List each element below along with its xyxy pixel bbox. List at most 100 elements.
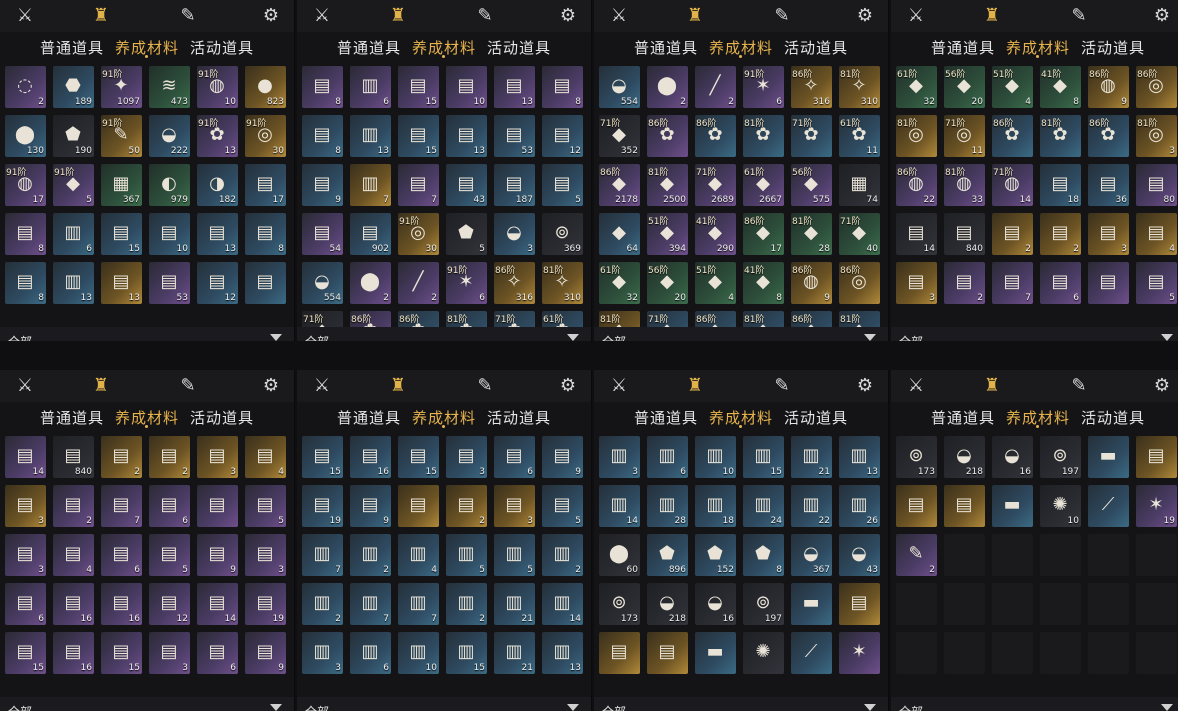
tab-normal-items[interactable]: 普通道具: [337, 37, 401, 58]
item-slot[interactable]: ▤ 187: [494, 164, 535, 206]
filter-dropdown[interactable]: 全部: [891, 697, 1178, 711]
scroll-icon[interactable]: ✎: [175, 2, 201, 28]
item-slot[interactable]: ◆ 51阶 394: [647, 213, 688, 255]
item-slot[interactable]: ▤ 15: [101, 213, 142, 255]
item-slot[interactable]: ⬤ 2: [350, 262, 391, 304]
item-slot[interactable]: ◒ 554: [599, 66, 640, 108]
item-slot[interactable]: ◒ 3: [494, 213, 535, 255]
item-slot[interactable]: ✿ 61阶 11: [839, 115, 880, 157]
item-slot[interactable]: ▥ 6: [350, 66, 391, 108]
item-slot[interactable]: ✿86阶: [1088, 115, 1129, 157]
item-slot[interactable]: ◆ 71阶 2689: [695, 164, 736, 206]
item-slot[interactable]: ▥ 24: [743, 485, 784, 527]
scroll-icon[interactable]: ✎: [175, 372, 201, 398]
item-slot[interactable]: ▤ 6: [494, 436, 535, 478]
scroll-icon[interactable]: ✎: [769, 2, 795, 28]
item-slot[interactable]: ⊚ 369: [542, 213, 583, 255]
item-slot[interactable]: ◍ 81阶 33: [944, 164, 985, 206]
item-slot[interactable]: ▥ 22: [791, 485, 832, 527]
item-slot[interactable]: ▥ 13: [350, 115, 391, 157]
item-slot[interactable]: ▥ 18: [695, 485, 736, 527]
gear-icon[interactable]: ⚙: [555, 2, 581, 28]
item-slot[interactable]: ▤ 2: [944, 262, 985, 304]
filter-dropdown[interactable]: 全部: [594, 697, 888, 711]
item-slot[interactable]: ▤ 53: [494, 115, 535, 157]
gear-icon[interactable]: ⚙: [852, 372, 878, 398]
item-slot[interactable]: ▤ 6: [5, 583, 46, 625]
item-slot[interactable]: ◆ 91阶 5: [53, 164, 94, 206]
item-slot[interactable]: ✶ 91阶 6: [446, 262, 487, 304]
item-slot[interactable]: ◒ 367: [791, 534, 832, 576]
item-slot[interactable]: ▤ 17: [245, 164, 286, 206]
item-slot[interactable]: ✧ 86阶 316: [494, 262, 535, 304]
item-slot[interactable]: ✺ 10: [1040, 485, 1081, 527]
item-slot[interactable]: ▥ 4: [398, 534, 439, 576]
item-slot[interactable]: ▤ 4: [1136, 213, 1177, 255]
item-slot[interactable]: [1040, 632, 1081, 674]
item-slot[interactable]: ▤ 5: [245, 485, 286, 527]
item-slot[interactable]: ▤ 80: [1136, 164, 1177, 206]
filter-dropdown[interactable]: 全部: [594, 327, 888, 341]
item-slot[interactable]: ▥ 2: [542, 534, 583, 576]
item-slot[interactable]: ◒ 554: [302, 262, 343, 304]
item-slot[interactable]: ✦ 91阶 1097: [101, 66, 142, 108]
item-slot[interactable]: ▤ 2: [101, 436, 142, 478]
item-slot[interactable]: ✿ 91阶 13: [197, 115, 238, 157]
item-slot[interactable]: ✿81阶: [743, 115, 784, 157]
item-slot[interactable]: ▥ 7: [302, 534, 343, 576]
item-slot[interactable]: ◎ 91阶 30: [245, 115, 286, 157]
item-slot[interactable]: [1040, 534, 1081, 576]
item-slot[interactable]: ✿86阶: [695, 115, 736, 157]
pouch-icon[interactable]: ♜: [88, 372, 114, 398]
item-slot[interactable]: ▤: [398, 485, 439, 527]
crossed-swords-icon[interactable]: ⚔: [309, 372, 335, 398]
item-slot[interactable]: ◎ 81阶 3: [1136, 115, 1177, 157]
item-slot[interactable]: ▤: [647, 632, 688, 674]
item-slot[interactable]: ▤ 14: [5, 436, 46, 478]
item-slot[interactable]: ▤ 9: [245, 632, 286, 674]
gear-icon[interactable]: ⚙: [852, 2, 878, 28]
tab-normal-items[interactable]: 普通道具: [40, 37, 104, 58]
item-slot[interactable]: ◆ 41阶 8: [743, 262, 784, 304]
item-slot[interactable]: ◍ 86阶 22: [896, 164, 937, 206]
item-slot[interactable]: ▤ 8: [302, 66, 343, 108]
item-slot[interactable]: ◆ 86阶 17: [743, 213, 784, 255]
item-slot[interactable]: ▤ 10: [149, 213, 190, 255]
item-slot[interactable]: ▥ 6: [53, 213, 94, 255]
item-slot[interactable]: ▤ 6: [1040, 262, 1081, 304]
item-slot[interactable]: ▤ 2: [53, 485, 94, 527]
item-slot[interactable]: [896, 583, 937, 625]
item-slot[interactable]: ▤: [944, 485, 985, 527]
item-slot[interactable]: ▤ 840: [53, 436, 94, 478]
item-slot[interactable]: ▥ 21: [494, 632, 535, 674]
tab-event-items[interactable]: 活动道具: [784, 407, 848, 428]
item-slot[interactable]: ▤ 7: [101, 485, 142, 527]
crossed-swords-icon[interactable]: ⚔: [606, 2, 632, 28]
item-slot[interactable]: ▤ 16: [53, 632, 94, 674]
item-slot[interactable]: ✧ 81阶 310: [839, 66, 880, 108]
item-slot[interactable]: ▤ 13: [494, 66, 535, 108]
pouch-icon[interactable]: ♜: [979, 2, 1005, 28]
scroll-icon[interactable]: ✎: [472, 372, 498, 398]
crossed-swords-icon[interactable]: ⚔: [309, 2, 335, 28]
item-slot[interactable]: ⬟ 190: [53, 115, 94, 157]
pouch-icon[interactable]: ♜: [385, 372, 411, 398]
tab-event-items[interactable]: 活动道具: [784, 37, 848, 58]
item-slot[interactable]: ▤: [839, 583, 880, 625]
item-slot[interactable]: ◆ 41阶 8: [1040, 66, 1081, 108]
gear-icon[interactable]: ⚙: [258, 2, 284, 28]
item-slot[interactable]: [1088, 534, 1129, 576]
tab-normal-items[interactable]: 普通道具: [634, 37, 698, 58]
item-slot[interactable]: ⊚ 197: [1040, 436, 1081, 478]
item-slot[interactable]: ● 823: [245, 66, 286, 108]
gear-icon[interactable]: ⚙: [258, 372, 284, 398]
item-slot[interactable]: ▤: [1136, 436, 1177, 478]
item-slot[interactable]: ◆ 71阶 40: [839, 213, 880, 255]
pouch-icon[interactable]: ♜: [88, 2, 114, 28]
item-slot[interactable]: ◆ 41阶 290: [695, 213, 736, 255]
gear-icon[interactable]: ⚙: [555, 372, 581, 398]
item-slot[interactable]: ▤: [1088, 262, 1129, 304]
item-slot[interactable]: ◒ 222: [149, 115, 190, 157]
item-slot[interactable]: ▥ 28: [647, 485, 688, 527]
item-slot[interactable]: ⬤ 2: [647, 66, 688, 108]
